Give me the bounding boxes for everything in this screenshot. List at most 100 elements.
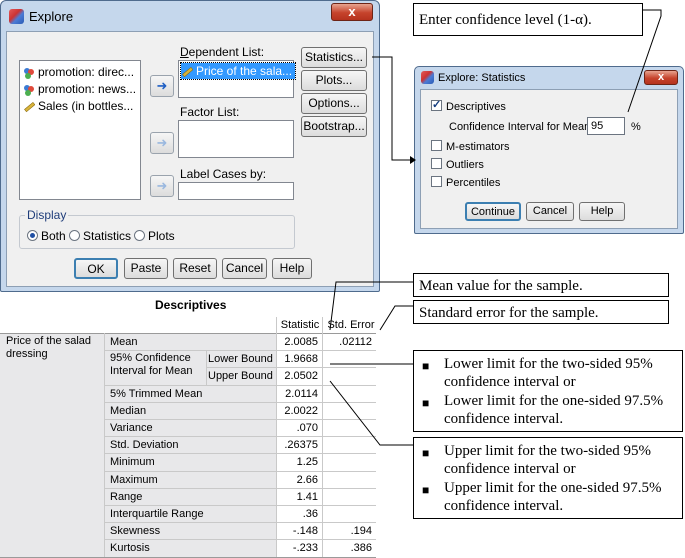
row-label: Skewness	[110, 525, 161, 538]
move-to-factor-button[interactable]: ➜	[150, 132, 174, 154]
dependent-list[interactable]: Price of the sala...	[178, 60, 297, 98]
col-header-statistic: Statistic	[280, 319, 320, 331]
row-label: Kurtosis	[110, 542, 150, 555]
options-button[interactable]: Options...	[301, 93, 367, 114]
checkbox-label: Outliers	[446, 159, 484, 171]
plots-button[interactable]: Plots...	[301, 70, 367, 91]
mean-callout: Mean value for the sample.	[413, 273, 669, 297]
statistic-value: 2.0502	[284, 370, 318, 383]
statistics-dialog-body: Descriptives Confidence Interval for Mea…	[420, 89, 678, 229]
source-variable-list[interactable]: promotion: direc... promotion: news... S…	[19, 60, 141, 200]
close-button[interactable]: x	[644, 70, 678, 85]
variable-label: promotion: direc...	[38, 65, 135, 79]
display-statistics-radio[interactable]: Statistics	[69, 229, 131, 243]
statistic-value: 2.0022	[284, 404, 318, 417]
factor-list[interactable]	[178, 120, 294, 158]
table-rule	[104, 522, 376, 524]
move-to-dependent-button[interactable]: ➜	[150, 75, 174, 97]
row-label: Interquartile Range	[110, 508, 204, 520]
ci-group-label: 95% Confidence Interval for Mean	[110, 352, 193, 378]
std-error-connector	[379, 305, 413, 331]
variable-label: promotion: news...	[38, 82, 137, 96]
dependent-list-label-text: ependent List:	[188, 45, 265, 59]
callout-text: Lower limit for the one-sided 97.5% conf…	[444, 393, 664, 427]
table-rule	[104, 505, 376, 506]
cancel-button[interactable]: Cancel	[222, 258, 267, 279]
paste-button[interactable]: Paste	[124, 258, 168, 279]
spss-app-icon	[9, 9, 24, 24]
help-button[interactable]: Help	[579, 202, 625, 221]
row-label: 5% Trimmed Mean	[110, 387, 203, 400]
statistic-value: 1.25	[296, 456, 318, 469]
explore-dialog-title: Explore	[29, 9, 74, 24]
table-rule	[0, 333, 376, 334]
table-rule	[104, 350, 376, 352]
checkbox-icon	[431, 140, 442, 151]
checkbox-label: M-estimators	[446, 141, 510, 153]
callout-text: Standard error for the sample.	[419, 305, 599, 321]
checkbox-label: Percentiles	[446, 177, 501, 189]
statistic-value: 2.0114	[285, 387, 318, 400]
spss-app-icon	[421, 71, 434, 84]
m-estimators-checkbox[interactable]: M-estimators	[431, 140, 510, 153]
cancel-button[interactable]: Cancel	[526, 202, 574, 221]
outliers-checkbox[interactable]: Outliers	[431, 158, 484, 171]
variable-item[interactable]: Sales (in bottles...	[23, 98, 133, 114]
label-cases-field[interactable]	[178, 182, 294, 200]
display-both-radio[interactable]: Both	[27, 229, 66, 243]
descriptives-title: Descriptives	[155, 298, 227, 312]
statistic-value: .070	[296, 422, 318, 434]
col-header-std-error: Std. Error	[327, 319, 375, 331]
statistic-value: .26375	[284, 439, 318, 452]
help-button[interactable]: Help	[272, 258, 312, 279]
dependent-item-label: Price of the sala...	[196, 64, 293, 78]
arrow-right-icon: ➜	[156, 178, 168, 193]
nominal-icon	[24, 67, 34, 79]
std-error-value: .386	[350, 542, 372, 555]
row-label: Mean	[110, 336, 138, 348]
ok-button[interactable]: OK	[74, 258, 118, 279]
label-cases-label: Label Cases by:	[180, 167, 267, 181]
scale-icon	[182, 66, 193, 77]
lower-limit-callout: ■ Lower limit for the two-sided 95% conf…	[413, 350, 683, 432]
checkbox-icon	[431, 158, 442, 169]
ci-input[interactable]: 95	[587, 117, 625, 135]
callout-text: Lower limit for the two-sided 95% confid…	[444, 356, 653, 390]
dependent-item[interactable]: Price of the sala...	[179, 62, 297, 80]
statistic-value: 2.66	[296, 473, 318, 486]
bootstrap-button[interactable]: Bootstrap...	[301, 116, 367, 137]
arrow-left-icon: ➜	[156, 78, 168, 93]
move-to-label-button[interactable]: ➜	[150, 175, 174, 197]
table-rule	[206, 350, 207, 385]
table-rule	[206, 367, 376, 369]
row-label: Lower Bound	[208, 353, 273, 366]
display-plots-radio[interactable]: Plots	[134, 229, 175, 243]
percentiles-checkbox[interactable]: Percentiles	[431, 176, 500, 189]
callout-text: Enter confidence level (1-α).	[419, 12, 592, 28]
table-rule	[104, 436, 376, 438]
explore-statistics-dialog: Explore: Statistics x Descriptives Confi…	[414, 66, 684, 234]
explore-dialog-body: promotion: direc... promotion: news... S…	[6, 31, 374, 287]
reset-button[interactable]: Reset	[173, 258, 217, 279]
close-button[interactable]: x	[331, 3, 373, 21]
row-label: Variance	[110, 422, 153, 434]
dependent-list-label: Dependent List:	[180, 45, 265, 59]
statistic-value: 1.41	[296, 490, 318, 503]
variable-item[interactable]: promotion: direc...	[23, 64, 134, 80]
descriptives-checkbox[interactable]: Descriptives	[431, 98, 506, 113]
display-group-label: Display	[25, 208, 69, 222]
radio-selected-icon	[27, 230, 38, 241]
variable-item[interactable]: promotion: news...	[23, 81, 136, 97]
radio-label: Both	[41, 229, 66, 243]
ci-label: Confidence Interval for Mean:	[449, 121, 594, 133]
statistics-button[interactable]: Statistics...	[301, 47, 367, 68]
continue-button[interactable]: Continue	[465, 202, 521, 221]
std-error-value: .02112	[339, 336, 372, 348]
ci-unit: %	[631, 121, 641, 133]
callout-text: Upper limit for the two-sided 95% confid…	[444, 443, 652, 477]
statistic-value: -.148	[292, 525, 318, 538]
radio-icon	[134, 230, 145, 241]
std-error-callout: Standard error for the sample.	[413, 300, 669, 324]
table-rule	[104, 539, 376, 541]
table-rule	[104, 384, 376, 386]
